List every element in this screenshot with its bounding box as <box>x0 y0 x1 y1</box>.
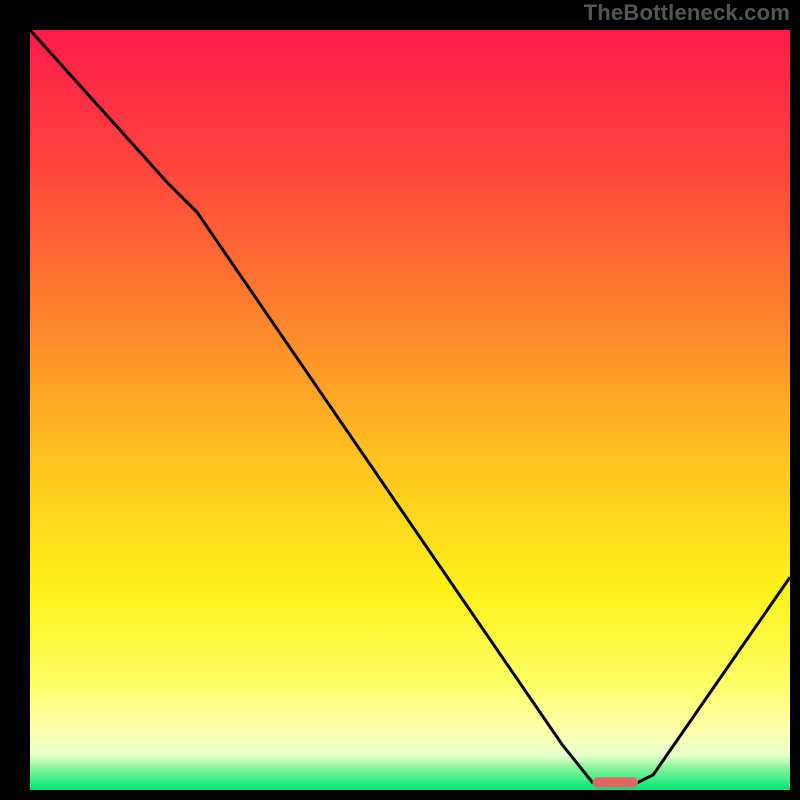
bottleneck-chart <box>30 30 790 790</box>
watermark-text: TheBottleneck.com <box>584 0 790 26</box>
chart-frame: TheBottleneck.com <box>0 0 800 800</box>
gradient-background <box>30 30 790 790</box>
plot-area <box>30 30 790 790</box>
optimal-point-marker <box>592 777 638 787</box>
